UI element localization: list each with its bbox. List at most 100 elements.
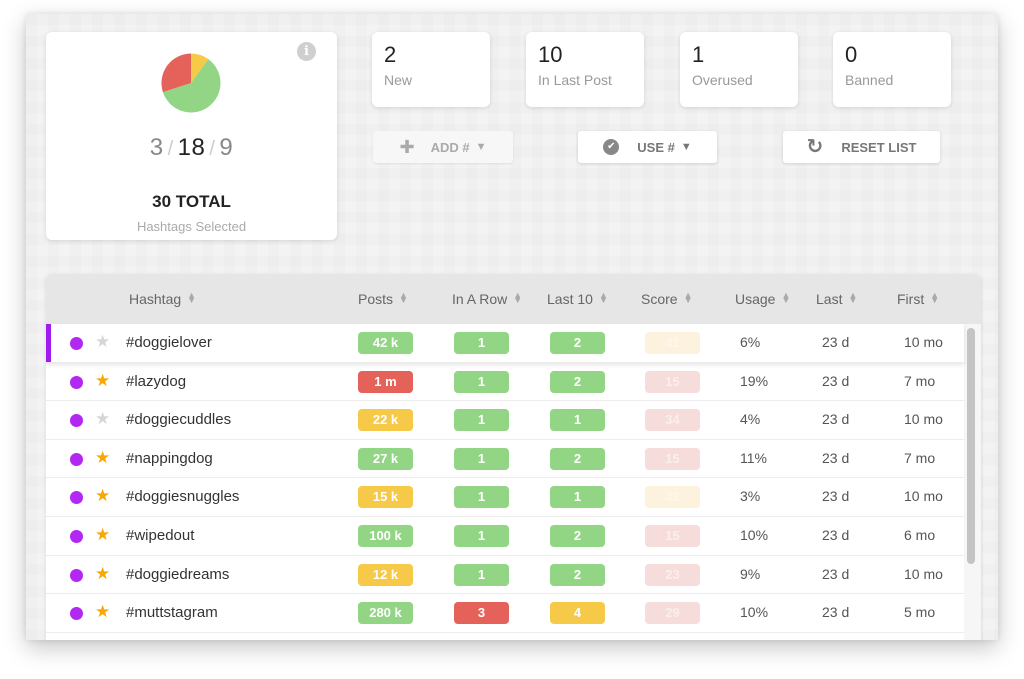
stat-card-in-last-post[interactable]: 10 In Last Post [526, 32, 644, 107]
last-value: 23 d [822, 488, 850, 505]
stat-label: Banned [845, 72, 894, 88]
first-value: 10 mo [904, 334, 943, 350]
selected-row-indicator [46, 324, 51, 362]
stat-value: 2 [384, 42, 397, 67]
refresh-icon: ↻ [806, 136, 824, 158]
hashtag-name: #wipedout [126, 526, 195, 544]
column-label: First [897, 291, 925, 307]
first-value: 7 mo [904, 449, 936, 466]
posts-badge: 27 k [358, 447, 413, 470]
score-badge: 15 [645, 370, 700, 393]
in-a-row-badge: 1 [454, 524, 509, 547]
category-dot-icon [70, 607, 83, 621]
star-icon[interactable]: ★ [95, 486, 110, 506]
caret-down-icon: ▼ [475, 141, 487, 153]
score-badge: 15 [645, 447, 700, 470]
posts-badge: 100 k [358, 524, 413, 547]
scrollbar-thumb[interactable] [967, 328, 975, 564]
table-row[interactable]: ★ #doggielover 42 k 1 2 41 6% 23 d 10 mo [46, 324, 964, 363]
use-hashtag-label: USE # [637, 139, 675, 155]
hashtag-table: Hashtag ▲ ▼ Posts ▲ ▼ In A Row ▲ ▼ Last 10 ▲ ▼ S… [46, 274, 981, 640]
star-icon[interactable]: ★ [95, 409, 110, 429]
stat-card-new[interactable]: 2 New [372, 32, 490, 107]
table-row[interactable]: ★ #doggiedreams 12 k 1 2 23 9% 23 d 10 m… [46, 555, 964, 595]
table-row[interactable]: ★ #doggiesnuggles 15 k 1 1 42 3% 23 d 10… [46, 478, 964, 517]
stat-card-banned[interactable]: 0 Banned [833, 32, 951, 107]
use-hashtag-button[interactable]: ✔ USE # ▼ [578, 131, 717, 163]
in-a-row-badge: 1 [454, 447, 509, 470]
column-header-first[interactable]: First ▲ ▼ [897, 290, 940, 308]
last-value: 23 d [822, 449, 850, 466]
table-row[interactable]: ★ #nappingdog 27 k 1 2 15 11% 23 d 7 mo [46, 439, 964, 479]
column-header-in-a-row[interactable]: In A Row ▲ ▼ [452, 291, 522, 308]
stat-card-overused[interactable]: 1 Overused [680, 32, 798, 107]
sort-icon: ▲ ▼ [930, 290, 940, 305]
hashtag-name: #doggielover [126, 334, 212, 351]
column-label: Score [641, 291, 678, 307]
column-label: Hashtag [129, 291, 182, 307]
stat-value: 10 [538, 42, 563, 67]
score-badge: 23 [645, 563, 700, 586]
star-icon[interactable]: ★ [95, 448, 110, 468]
sort-icon: ▲ ▼ [781, 290, 791, 305]
first-value: 5 mo [904, 604, 936, 621]
last-10-badge: 2 [550, 447, 605, 470]
column-header-hashtag[interactable]: Hashtag ▲ ▼ [129, 290, 197, 308]
stat-label: New [384, 72, 413, 88]
usage-value: 19% [740, 372, 769, 389]
selection-ratio: 3/18/9 [46, 134, 337, 162]
column-header-usage[interactable]: Usage ▲ ▼ [735, 290, 791, 308]
star-icon[interactable]: ★ [95, 525, 110, 545]
stat-label: Overused [692, 72, 753, 88]
category-dot-icon [70, 491, 83, 505]
last-value: 23 d [822, 372, 850, 389]
table-row[interactable]: ★ #lazydog 1 m 1 2 15 19% 23 d 7 mo [46, 362, 964, 402]
reset-list-button[interactable]: ↻ RESET LIST [783, 131, 940, 163]
last-10-badge: 2 [550, 370, 605, 393]
hashtag-name: #lazydog [126, 372, 187, 390]
column-label: Last [816, 291, 843, 307]
category-dot-icon [70, 452, 83, 466]
in-a-row-badge: 1 [454, 409, 509, 432]
posts-badge: 1 m [358, 370, 413, 393]
posts-badge: 12 k [358, 563, 413, 586]
total-label: 30 TOTAL [152, 192, 231, 211]
high-count: 9 [219, 134, 234, 161]
star-icon[interactable]: ★ [95, 332, 110, 352]
summary-card: i 3/18/9 30 TOTAL Hashtags Selected [46, 32, 337, 240]
star-icon[interactable]: ★ [95, 564, 110, 584]
first-value: 10 mo [904, 488, 943, 505]
score-badge: 42 [645, 486, 700, 509]
column-header-posts[interactable]: Posts ▲ ▼ [358, 291, 408, 308]
table-row[interactable]: ★ #doggiecuddles 22 k 1 1 34 4% 23 d 10 … [46, 401, 964, 440]
ratio-separator: / [167, 138, 174, 160]
hashtag-name: #doggiedreams [126, 565, 230, 583]
star-icon[interactable]: ★ [95, 602, 110, 622]
category-dot-icon [70, 414, 83, 428]
usage-value: 10% [740, 526, 769, 543]
category-dot-icon [70, 529, 83, 543]
column-header-score[interactable]: Score ▲ ▼ [641, 291, 693, 308]
usage-value: 11% [740, 449, 767, 466]
first-value: 10 mo [904, 411, 943, 428]
posts-badge: 22 k [358, 409, 413, 432]
column-header-last-10[interactable]: Last 10 ▲ ▼ [547, 291, 608, 308]
last-10-badge: 2 [550, 524, 605, 547]
ratio-separator: / [209, 138, 216, 160]
check-circle-icon: ✔ [603, 139, 620, 155]
column-label: Usage [735, 291, 776, 307]
table-row[interactable]: ★ #muttstagram 280 k 3 4 29 10% 23 d 5 m… [46, 594, 964, 633]
app-window: i 3/18/9 30 TOTAL Hashtags Selected 2 Ne… [26, 14, 998, 640]
column-header-last[interactable]: Last ▲ ▼ [816, 291, 857, 308]
stat-value: 0 [845, 42, 858, 67]
table-body: ★ #doggielover 42 k 1 2 41 6% 23 d 10 mo… [46, 324, 964, 633]
category-dot-icon [70, 337, 83, 350]
add-hashtag-button[interactable]: ✚ ADD # ▼ [373, 131, 513, 163]
last-value: 23 d [822, 604, 850, 621]
sort-icon: ▲ ▼ [187, 290, 197, 305]
in-a-row-badge: 1 [454, 486, 509, 509]
star-icon[interactable]: ★ [95, 371, 110, 391]
table-row[interactable]: ★ #wipedout 100 k 1 2 15 10% 23 d 6 mo [46, 516, 964, 556]
last-10-badge: 1 [550, 409, 605, 432]
info-icon[interactable]: i [297, 42, 316, 61]
